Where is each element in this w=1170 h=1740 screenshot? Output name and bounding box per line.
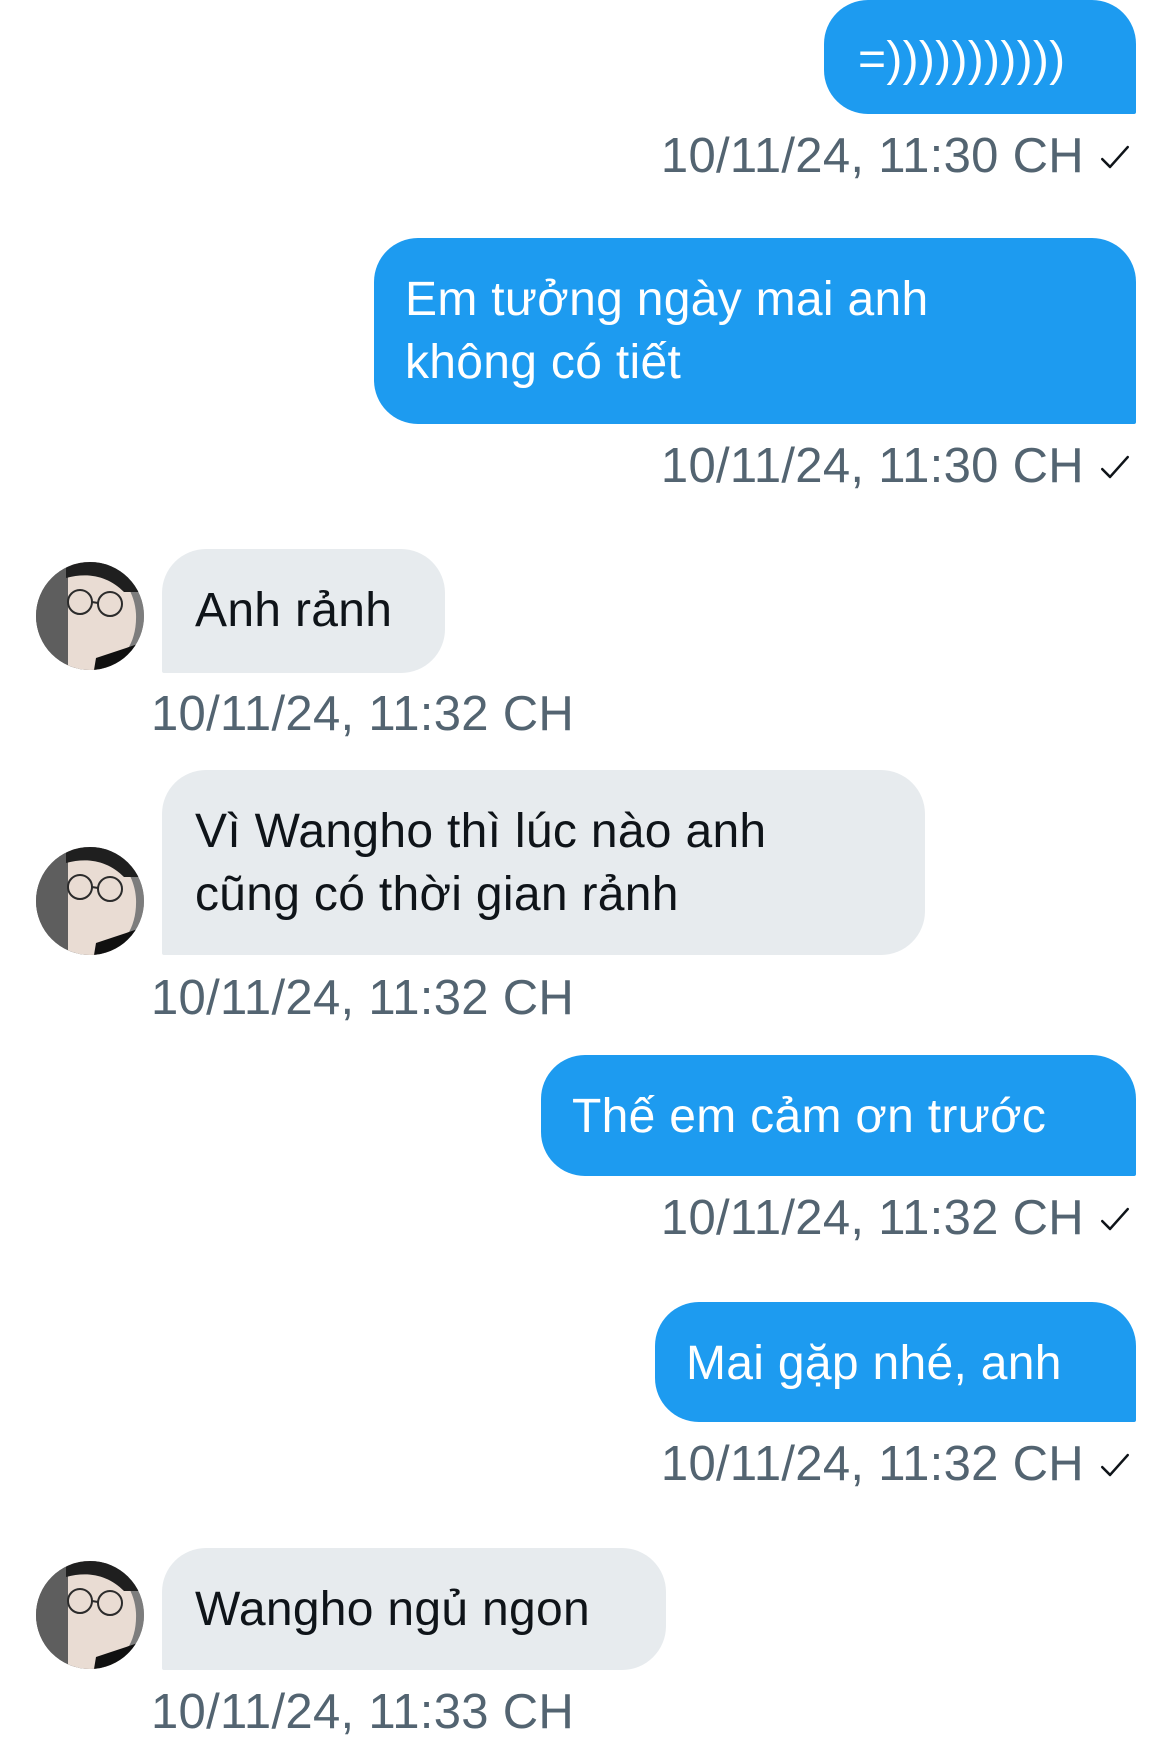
check-icon [1100, 1207, 1130, 1231]
message-text-line: Em tưởng ngày mai anh [405, 273, 929, 326]
message-text-line: không có tiết [405, 336, 682, 389]
check-icon [1100, 145, 1130, 169]
timestamp-text: 10/11/24, 11:33 CH [151, 1685, 575, 1739]
outgoing-message-bubble[interactable]: =))))))))))) [824, 0, 1136, 114]
message-text: Anh rảnh [195, 584, 393, 637]
outgoing-message-bubble[interactable]: Mai gặp nhé, anh [655, 1302, 1136, 1422]
check-icon [1100, 1453, 1130, 1477]
message-timestamp: 10/11/24, 11:32 CH [151, 970, 574, 1026]
timestamp-text: 10/11/24, 11:32 CH [660, 1191, 1084, 1245]
incoming-message-bubble[interactable]: Anh rảnh [162, 549, 445, 673]
message-text: Mai gặp nhé, anh [686, 1337, 1062, 1390]
timestamp-text: 10/11/24, 11:32 CH [151, 971, 575, 1025]
message-timestamp: 10/11/24, 11:32 CH [661, 1190, 1132, 1246]
timestamp-text: 10/11/24, 11:30 CH [660, 129, 1084, 183]
message-timestamp: 10/11/24, 11:33 CH [151, 1684, 574, 1740]
message-timestamp: 10/11/24, 11:32 CH [151, 686, 574, 742]
incoming-message-bubble[interactable]: Wangho ngủ ngon [162, 1548, 666, 1670]
avatar[interactable] [36, 562, 144, 670]
incoming-message-bubble[interactable]: Vì Wangho thì lúc nào anh cũng có thời g… [162, 770, 925, 955]
message-text: Thế em cảm ơn trước [572, 1090, 1047, 1143]
avatar[interactable] [36, 1561, 144, 1669]
outgoing-message-bubble[interactable]: Em tưởng ngày mai anh không có tiết [374, 238, 1136, 424]
message-text-line: Vì Wangho thì lúc nào anh [195, 805, 767, 858]
check-icon [1100, 455, 1130, 479]
avatar[interactable] [36, 847, 144, 955]
message-timestamp: 10/11/24, 11:30 CH [661, 438, 1132, 494]
timestamp-text: 10/11/24, 11:30 CH [660, 439, 1084, 493]
message-text: =))))))))))) [858, 33, 1066, 86]
message-text-line: cũng có thời gian rảnh [195, 868, 679, 921]
outgoing-message-bubble[interactable]: Thế em cảm ơn trước [541, 1055, 1136, 1176]
timestamp-text: 10/11/24, 11:32 CH [151, 687, 575, 741]
timestamp-text: 10/11/24, 11:32 CH [660, 1437, 1084, 1491]
message-text: Wangho ngủ ngon [195, 1583, 591, 1636]
message-thread: =))))))))))) 10/11/24, 11:30 CH Em tưởng… [0, 0, 1170, 1739]
message-timestamp: 10/11/24, 11:30 CH [661, 128, 1132, 184]
message-timestamp: 10/11/24, 11:32 CH [661, 1436, 1132, 1492]
